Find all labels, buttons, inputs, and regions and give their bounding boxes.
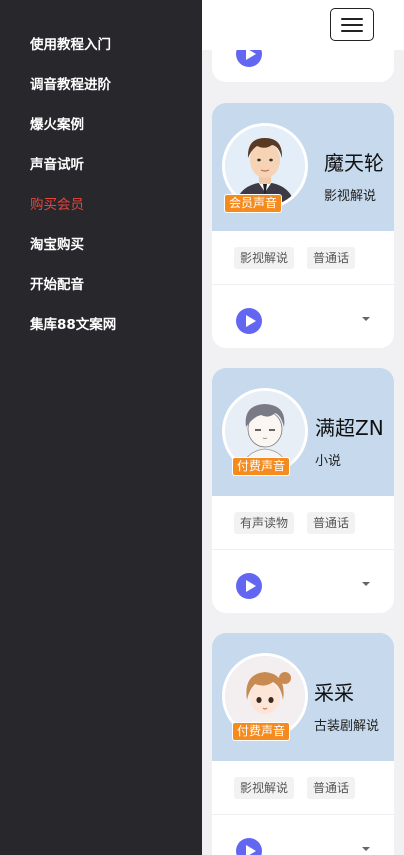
sidebar-item-start-dubbing[interactable]: 开始配音	[30, 275, 84, 295]
chevron-down-icon[interactable]	[362, 317, 370, 321]
voice-card: 会员声音 魔天轮 影视解说 影视解说 普通话	[212, 103, 394, 348]
tag: 有声读物	[234, 512, 295, 534]
voice-list: 会员声音 魔天轮 影视解说 影视解说 普通话 付费声音 满超ZN 小说 有声读物…	[202, 50, 404, 855]
voice-name: 魔天轮	[324, 151, 384, 175]
paid-voice-badge: 付费声音	[232, 457, 291, 476]
sidebar-menu: 使用教程入门 调音教程进阶 爆火案例 声音试听 购买会员 淘宝购买 开始配音 集…	[0, 0, 202, 855]
voice-category: 小说	[315, 454, 342, 469]
audio-controls	[212, 551, 394, 613]
play-icon[interactable]	[236, 838, 262, 855]
sidebar-item-hot-cases[interactable]: 爆火案例	[30, 115, 84, 135]
voice-category: 古装剧解说	[314, 719, 380, 734]
voice-name: 满超ZN	[315, 416, 384, 440]
voice-card-header: 会员声音 魔天轮 影视解说	[212, 103, 394, 231]
chevron-down-icon[interactable]	[362, 847, 370, 851]
sidebar-item-tutorial-basic[interactable]: 使用教程入门	[30, 35, 111, 55]
play-icon[interactable]	[236, 573, 262, 599]
sidebar-item-buy-membership[interactable]: 购买会员	[30, 195, 84, 215]
member-voice-badge: 会员声音	[224, 194, 283, 213]
sidebar-item-copy-library[interactable]: 集库88文案网	[30, 315, 116, 335]
hamburger-menu-icon[interactable]	[330, 8, 374, 41]
sidebar-item-taobao-buy[interactable]: 淘宝购买	[30, 235, 84, 255]
tag-list: 有声读物 普通话	[212, 496, 394, 550]
voice-card: 付费声音 满超ZN 小说 有声读物 普通话	[212, 368, 394, 613]
audio-controls	[212, 286, 394, 348]
tag: 影视解说	[234, 777, 295, 799]
voice-category: 影视解说	[324, 189, 377, 204]
voice-card-partial	[212, 50, 394, 82]
tag: 影视解说	[234, 247, 295, 269]
tag-list: 影视解说 普通话	[212, 761, 394, 815]
play-icon[interactable]	[236, 308, 262, 334]
top-header	[202, 0, 404, 50]
tag: 普通话	[307, 512, 356, 534]
voice-card-header: 付费声音 采采 古装剧解说	[212, 633, 394, 761]
paid-voice-badge: 付费声音	[232, 722, 291, 741]
chevron-down-icon[interactable]	[362, 582, 370, 586]
voice-card: 付费声音 采采 古装剧解说 影视解说 普通话	[212, 633, 394, 855]
voice-card-header: 付费声音 满超ZN 小说	[212, 368, 394, 496]
tag: 普通话	[307, 247, 356, 269]
tag: 普通话	[307, 777, 356, 799]
audio-controls	[212, 816, 394, 855]
sidebar-item-tutorial-advanced[interactable]: 调音教程进阶	[30, 75, 111, 95]
sidebar-item-voice-preview[interactable]: 声音试听	[30, 155, 84, 175]
tag-list: 影视解说 普通话	[212, 231, 394, 285]
voice-name: 采采	[314, 681, 354, 705]
play-icon[interactable]	[236, 50, 262, 67]
